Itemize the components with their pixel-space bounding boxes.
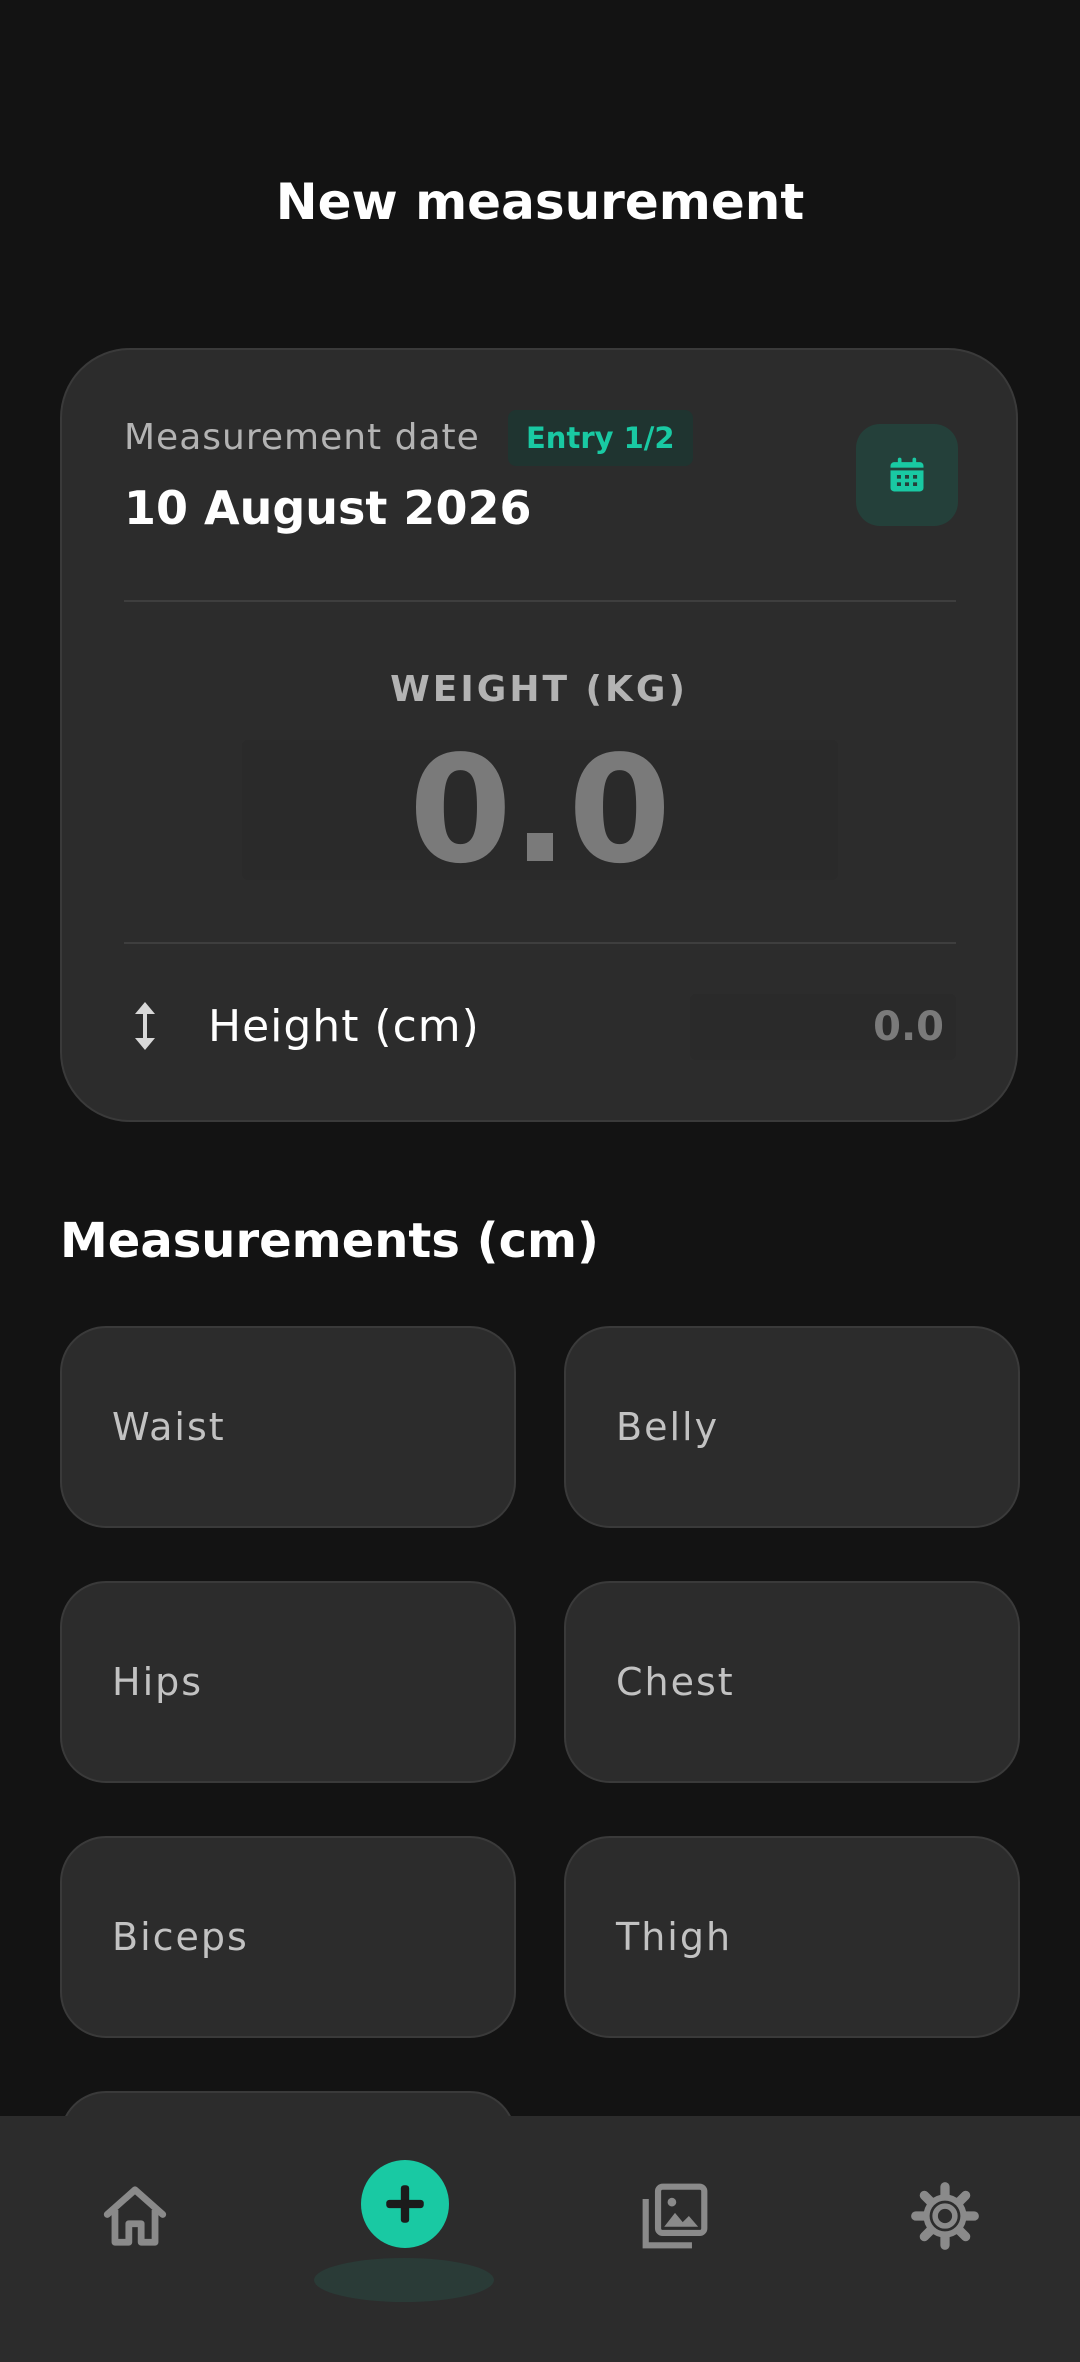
calendar-button[interactable] [856, 424, 958, 526]
weight-label: WEIGHT (KG) [390, 669, 688, 710]
bottom-navigation [0, 2116, 1080, 2362]
measurement-date-value[interactable]: 10 August 2026 [124, 480, 531, 536]
measurement-date-label: Measurement date [124, 417, 480, 458]
page-title: New measurement [275, 173, 805, 231]
belly-field[interactable]: Belly [564, 1326, 1020, 1528]
gear-icon [911, 2182, 979, 2250]
height-input[interactable]: 0.0 [690, 994, 956, 1060]
waist-field[interactable]: Waist [60, 1326, 516, 1528]
plus-icon [386, 2185, 424, 2223]
calendar-icon [890, 457, 924, 492]
add-button[interactable] [361, 2160, 449, 2248]
hips-field[interactable]: Hips [60, 1581, 516, 1783]
biceps-field[interactable]: Biceps [60, 1836, 516, 2038]
nav-settings[interactable] [810, 2116, 1080, 2316]
divider [124, 942, 956, 944]
nav-home[interactable] [0, 2116, 270, 2316]
weight-input[interactable]: 0.0 [242, 736, 838, 884]
height-label: Height (cm) [208, 1001, 480, 1052]
nav-add[interactable] [270, 2116, 540, 2316]
nav-gallery[interactable] [540, 2116, 810, 2316]
entry-badge: Entry 1/2 [508, 410, 693, 466]
divider [124, 600, 956, 602]
measurements-title: Measurements (cm) [60, 1213, 599, 1269]
thigh-field[interactable]: Thigh [564, 1836, 1020, 2038]
home-icon [103, 2186, 167, 2246]
vertical-arrows-icon [135, 1002, 155, 1050]
measurement-card: Measurement date Entry 1/2 10 August 202… [60, 348, 1018, 1122]
gallery-icon [642, 2183, 708, 2249]
chest-field[interactable]: Chest [564, 1581, 1020, 1783]
